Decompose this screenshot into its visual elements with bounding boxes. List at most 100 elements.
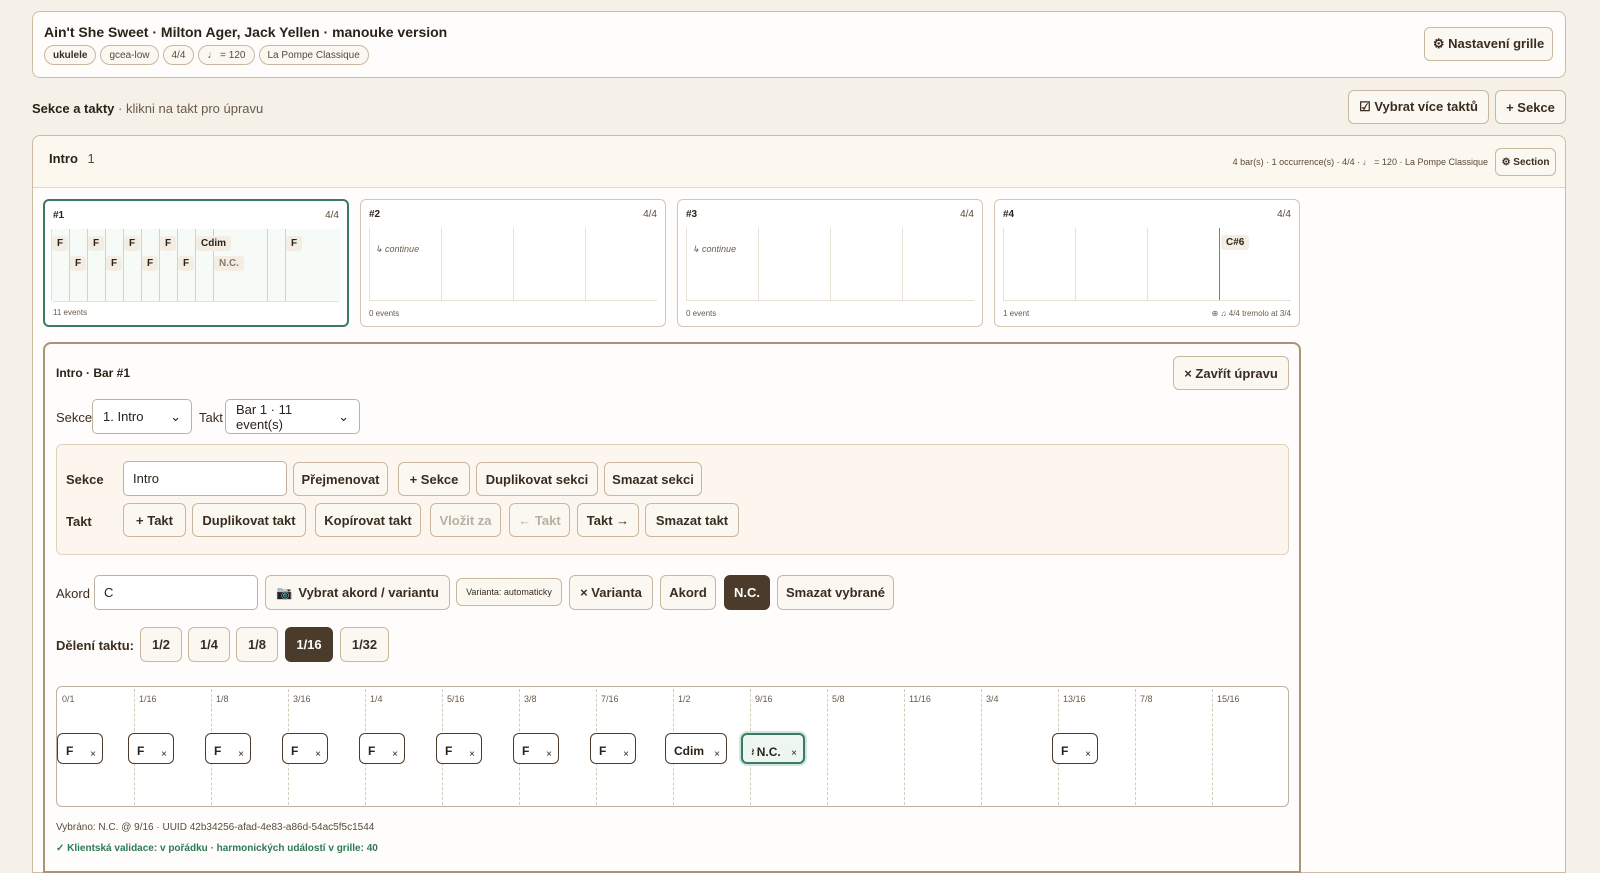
delete-selected-button[interactable]: Smazat vybrané [777, 575, 894, 610]
bar-card-3[interactable]: #3 4/4 ↳ continue 0 events [677, 199, 983, 327]
bar-number: #3 [686, 209, 698, 220]
remove-event-icon[interactable]: × [469, 749, 475, 760]
bar-chord-chip: Cdim [196, 236, 231, 251]
pick-chord-button[interactable]: 📷 Vybrat akord / variantu [265, 575, 450, 610]
grid-label: 11/16 [909, 694, 931, 704]
beat-line [267, 229, 268, 301]
remove-event-icon[interactable]: × [546, 749, 552, 760]
chord-label: Akord [56, 586, 90, 601]
close-editor-button[interactable]: × Zavřít úpravu [1173, 356, 1289, 390]
rename-section-button[interactable]: Přejmenovat [293, 462, 388, 496]
bar-event-count: 0 events [369, 309, 400, 318]
division-1-32-button[interactable]: 1/32 [340, 627, 389, 662]
continue-label: ↳ continue [375, 244, 420, 254]
duplicate-bar-button[interactable]: Duplikovat takt [192, 503, 306, 537]
beat-line [513, 228, 514, 300]
timeline-event[interactable]: Cdim × [665, 733, 727, 764]
division-1-2-button[interactable]: 1/2 [140, 627, 182, 662]
bar-chord-chip: F [178, 256, 195, 271]
bar-chord-chip: N.C. [214, 256, 244, 271]
event-chord: F [368, 744, 376, 758]
event-chord: F [66, 744, 74, 758]
paste-after-button[interactable]: Vložit za [430, 503, 501, 537]
grid-label: 5/16 [447, 694, 465, 704]
grid-settings-button[interactable]: ⚙ Nastavení grille [1424, 27, 1553, 61]
timeline-event[interactable]: F × [590, 733, 636, 764]
grid-label: 13/16 [1063, 694, 1086, 704]
division-1-16-button[interactable]: 1/16 [285, 627, 333, 662]
bar-time-signature: 4/4 [643, 209, 657, 220]
bar-chord-chip: F [70, 256, 87, 271]
camera-icon: 📷 [276, 584, 293, 600]
chord-button[interactable]: Akord [660, 575, 716, 610]
division-1-4-button[interactable]: 1/4 [188, 627, 230, 662]
timeline-event[interactable]: F × [57, 733, 103, 764]
remove-event-icon[interactable]: × [623, 749, 629, 760]
add-section-button[interactable]: + Sekce [1495, 90, 1566, 124]
timeline-event[interactable]: F × [359, 733, 405, 764]
tag-instrument: ukulele [44, 45, 97, 65]
bar-select[interactable]: Bar 1 · 11 event(s) ⌄ [225, 399, 360, 434]
event-chord: F [1061, 744, 1069, 758]
continue-label: ↳ continue [692, 244, 737, 254]
grid-label: 7/8 [1140, 694, 1153, 704]
section-name: Intro 1 [49, 151, 95, 166]
beat-line [1147, 228, 1148, 300]
section-select-value: 1. Intro [103, 409, 144, 424]
section-name-text: Intro [49, 151, 78, 166]
timeline-event[interactable]: F × [282, 733, 328, 764]
copy-bar-button[interactable]: Kopírovat takt [315, 503, 421, 537]
timeline-event[interactable]: F × [205, 733, 251, 764]
division-1-8-button[interactable]: 1/8 [236, 627, 278, 662]
event-chord: Cdim [674, 744, 704, 758]
remove-event-icon[interactable]: × [238, 749, 244, 760]
timeline-event[interactable]: F × [1052, 733, 1098, 764]
section-select[interactable]: 1. Intro ⌄ [92, 399, 192, 434]
bar-chord-chip: C#6 [1221, 235, 1250, 250]
delete-section-button[interactable]: Smazat sekci [604, 462, 702, 496]
remove-event-icon[interactable]: × [714, 749, 720, 760]
duplicate-section-button[interactable]: Duplikovat sekci [476, 462, 598, 496]
timeline-event-selected[interactable]: 𝄽 N.C. × [741, 733, 805, 764]
validation-status: ✓ Klientská validace: v pořádku · harmon… [56, 843, 378, 854]
bar-card-2[interactable]: #2 4/4 ↳ continue 0 events [360, 199, 666, 327]
section-settings-button[interactable]: ⚙ Section [1495, 148, 1556, 176]
grid-label: 3/16 [293, 694, 311, 704]
chevron-down-icon: ⌄ [170, 408, 181, 424]
division-label: Dělení taktu: [56, 638, 135, 653]
section-name-input[interactable]: Intro [123, 461, 287, 496]
select-multiple-bars-button[interactable]: ☑ Vybrat více taktů [1348, 90, 1489, 124]
pick-chord-label: Vybrat akord / variantu [298, 585, 439, 600]
remove-event-icon[interactable]: × [90, 749, 96, 760]
timeline-event[interactable]: F × [128, 733, 174, 764]
bar-card-1[interactable]: #1 4/4 F F F F F F F F Cdim N.C. F 11 ev… [43, 199, 349, 327]
add-section-inline-button[interactable]: + Sekce [398, 462, 470, 496]
beat-line [686, 228, 687, 300]
sections-hint: · klikni na takt pro úpravu [118, 101, 264, 116]
timeline-event[interactable]: F × [436, 733, 482, 764]
bar-card-4[interactable]: #4 4/4 C#6 1 event ⊕ ♫ 4/4 tremolo at 3/… [994, 199, 1300, 327]
no-chord-button[interactable]: N.C. [724, 575, 770, 610]
move-bar-left-button[interactable]: ← Takt [509, 503, 570, 537]
remove-event-icon[interactable]: × [791, 748, 797, 759]
delete-bar-button[interactable]: Smazat takt [645, 503, 739, 537]
grid-label: 1/4 [370, 694, 383, 704]
add-bar-button[interactable]: + Takt [123, 503, 186, 537]
bar-event-count: 1 event [1003, 309, 1030, 318]
bar-event-count: 11 events [53, 308, 88, 317]
chord-input[interactable]: C [94, 575, 258, 610]
bar-time-signature: 4/4 [960, 209, 974, 220]
grid-label: 7/16 [601, 694, 619, 704]
grid-label: 1/2 [678, 694, 691, 704]
move-bar-right-button[interactable]: Takt → [577, 503, 639, 537]
grid-line [827, 689, 828, 805]
remove-event-icon[interactable]: × [161, 749, 167, 760]
event-chord: F [291, 744, 299, 758]
remove-event-icon[interactable]: × [315, 749, 321, 760]
remove-variant-button[interactable]: × Varianta [569, 575, 653, 610]
timeline-event[interactable]: F × [513, 733, 559, 764]
remove-event-icon[interactable]: × [1085, 749, 1091, 760]
remove-event-icon[interactable]: × [392, 749, 398, 760]
bar-baseline [369, 300, 657, 301]
beat-line [369, 228, 370, 300]
